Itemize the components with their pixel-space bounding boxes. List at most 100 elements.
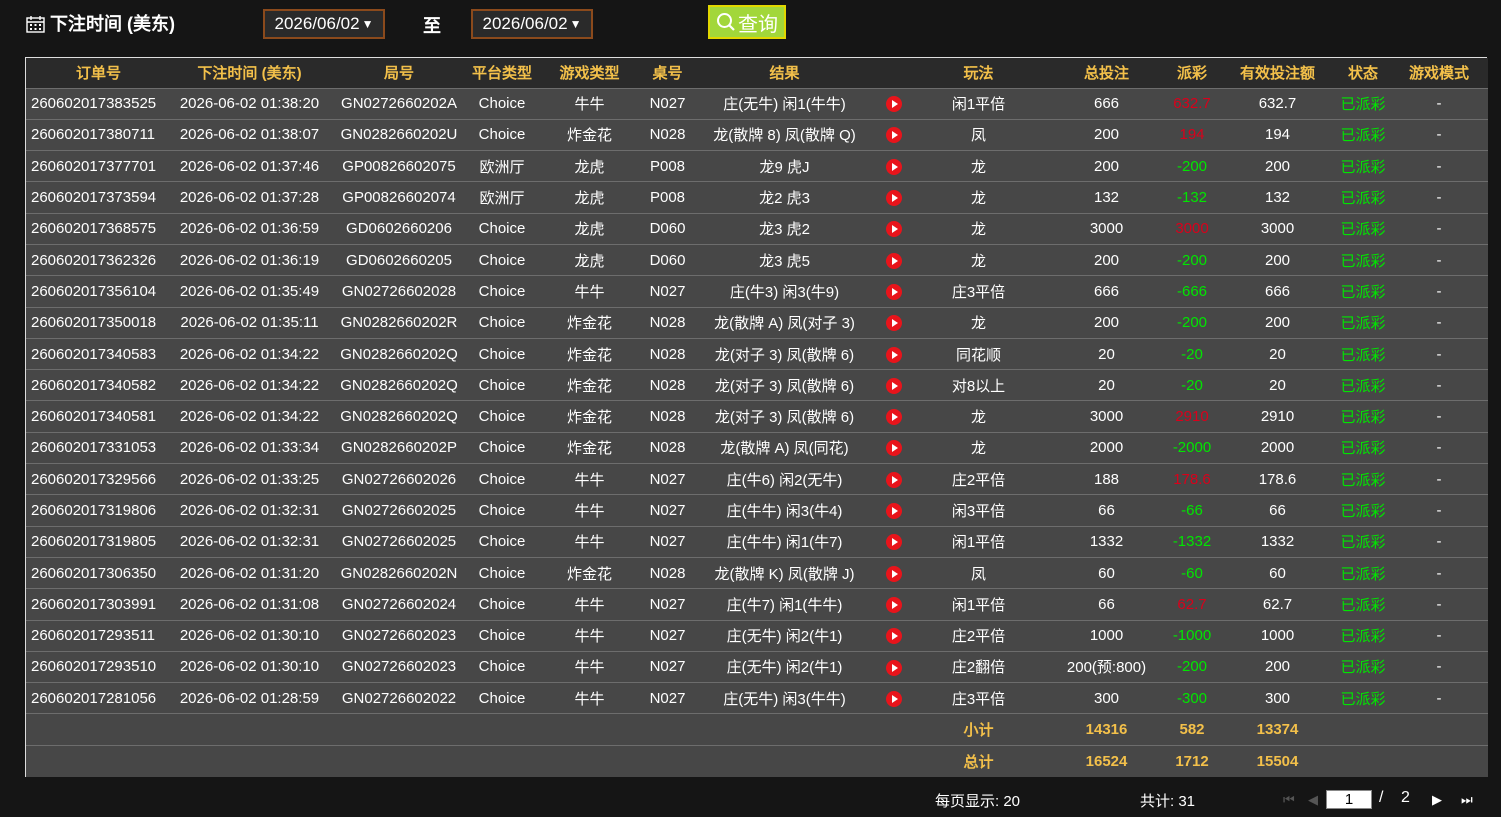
round-id-cell: GD0602660206 [346, 220, 452, 238]
play-video-icon[interactable] [886, 440, 902, 457]
game-mode-cell: - [1436, 595, 1442, 613]
prev-page-icon[interactable]: ◀ [1308, 792, 1318, 808]
game-mode-cell: - [1436, 470, 1442, 488]
game-type-cell: 炸金花 [566, 409, 612, 427]
first-page-icon[interactable]: ⏮ [1283, 792, 1295, 808]
payout-cell: -666 [1176, 282, 1208, 300]
play-video-icon[interactable] [886, 565, 902, 582]
table-id-cell: N028 [649, 126, 686, 144]
round-id-cell: GN02726602023 [341, 658, 457, 676]
play-video-icon[interactable] [886, 252, 902, 269]
video-cell [879, 151, 909, 182]
play-video-icon[interactable] [886, 96, 902, 113]
play-video-icon[interactable] [886, 628, 902, 645]
payout-cell: 178.6 [1173, 470, 1211, 488]
play-video-icon[interactable] [886, 534, 902, 551]
video-cell [879, 464, 909, 495]
total-bet-cell: 200 [1093, 251, 1120, 269]
result-cell: 龙9 虎J [759, 158, 810, 176]
grand-total-row-payout: 1712 [1175, 752, 1209, 770]
bet-time-cell: 2026-06-02 01:36:19 [179, 251, 320, 269]
play-video-icon[interactable] [886, 346, 902, 363]
payout-cell: -2000 [1172, 439, 1212, 457]
last-page-icon[interactable]: ⏭ [1461, 792, 1473, 808]
game-mode-cell: - [1436, 314, 1442, 332]
game-mode-cell: - [1436, 345, 1442, 363]
page-number-input[interactable]: 1 [1326, 790, 1372, 809]
subtotal-row-total-bet: 14316 [1085, 721, 1128, 739]
play-video-icon[interactable] [886, 315, 902, 332]
play-video-icon[interactable] [886, 283, 902, 300]
date-from-input[interactable]: 2026/06/02 ▼ [263, 9, 385, 39]
order-id-cell: 260602017380711 [31, 126, 156, 144]
play-video-icon[interactable] [886, 471, 902, 488]
play-video-icon[interactable] [886, 158, 902, 175]
play-type-cell: 对8以上 [951, 377, 1006, 395]
payout-cell: -1332 [1172, 533, 1212, 551]
bet-time-cell: 2026-06-02 01:37:46 [179, 157, 320, 175]
game-type-cell: 牛牛 [574, 596, 605, 614]
column-header: 有效投注额 [1239, 65, 1315, 83]
next-page-icon[interactable]: ▶ [1432, 792, 1442, 808]
play-video-icon[interactable] [886, 127, 902, 144]
bet-records-table: 订单号 下注时间 (美东) 局号 平台类型 游戏类型 桌号 结果 玩法 总投注 派彩 有效投注额 状态… [25, 57, 1488, 777]
game-type-cell: 炸金花 [566, 315, 612, 333]
status-cell: 已派彩 [1340, 96, 1386, 114]
query-button[interactable]: 查询 [708, 5, 786, 39]
status-cell: 已派彩 [1340, 346, 1386, 364]
play-video-icon[interactable] [886, 221, 902, 238]
order-id-cell: 260602017362326 [31, 251, 157, 269]
payout-cell: -200 [1176, 658, 1208, 676]
play-video-icon[interactable] [886, 377, 902, 394]
order-id-cell: 260602017340582 [31, 376, 157, 394]
video-cell [879, 589, 909, 620]
bet-time-cell: 2026-06-02 01:32:31 [179, 502, 320, 519]
play-video-icon[interactable] [886, 596, 902, 613]
game-type-cell: 炸金花 [566, 346, 612, 364]
valid-bet-cell: 1332 [1260, 533, 1295, 551]
play-video-icon[interactable] [886, 503, 902, 520]
pagination-bar: 每页显示: 20 共计: 31 ⏮ ◀ 1 / 2 ▶ ⏭ [0, 780, 1501, 817]
valid-bet-cell: 194 [1264, 126, 1291, 144]
game-mode-cell: - [1436, 502, 1442, 519]
valid-bet-cell: 20 [1269, 345, 1286, 363]
column-header: 平台类型 [471, 65, 532, 83]
payout-cell: 2910 [1175, 408, 1209, 426]
play-type-cell: 龙 [970, 409, 986, 427]
bet-time-cell: 2026-06-02 01:33:34 [179, 439, 320, 457]
bet-time-cell: 2026-06-02 01:35:11 [180, 314, 319, 332]
table-id-cell: N028 [649, 564, 686, 582]
table-row: 260602017281056 2026-06-02 01:28:59 GN0272… [26, 682, 1488, 714]
round-id-cell: GD0602660205 [346, 251, 452, 269]
table-row: 260602017303991 2026-06-02 01:31:08 GN0272… [26, 588, 1488, 621]
table-row: 260602017368575 2026-06-02 01:36:59 GD0602… [26, 213, 1488, 245]
total-bet-cell: 200 [1093, 314, 1120, 332]
status-cell: 已派彩 [1340, 690, 1386, 708]
total-bet-cell: 132 [1093, 189, 1120, 207]
result-cell: 龙3 虎5 [759, 252, 810, 270]
result-cell: 庄(牛6) 闲2(无牛) [726, 471, 843, 489]
platform-type-cell: Choice [478, 627, 526, 645]
game-type-cell: 龙虎 [574, 158, 605, 176]
play-video-icon[interactable] [886, 190, 902, 207]
chevron-down-icon: ▼ [569, 17, 582, 31]
play-video-icon[interactable] [886, 409, 902, 426]
video-cell [879, 620, 909, 651]
total-bet-cell: 666 [1093, 282, 1120, 300]
total-bet-cell: 3000 [1089, 220, 1124, 238]
play-video-icon[interactable] [886, 659, 902, 676]
video-cell [879, 338, 909, 369]
round-id-cell: GN0282660202R [340, 314, 458, 332]
date-to-input[interactable]: 2026/06/02 ▼ [471, 9, 593, 39]
platform-type-cell: Choice [478, 439, 526, 457]
order-id-cell: 260602017303991 [31, 595, 157, 613]
play-video-icon[interactable] [886, 690, 902, 707]
game-mode-cell: - [1436, 564, 1442, 582]
column-header: 局号 [383, 65, 414, 83]
platform-type-cell: Choice [478, 314, 526, 332]
column-header: 状态 [1347, 65, 1378, 83]
valid-bet-cell: 3000 [1260, 220, 1295, 238]
table-id-cell: P008 [649, 157, 686, 175]
status-cell: 已派彩 [1340, 440, 1386, 458]
result-cell: 庄(牛7) 闲1(牛牛) [726, 596, 843, 614]
